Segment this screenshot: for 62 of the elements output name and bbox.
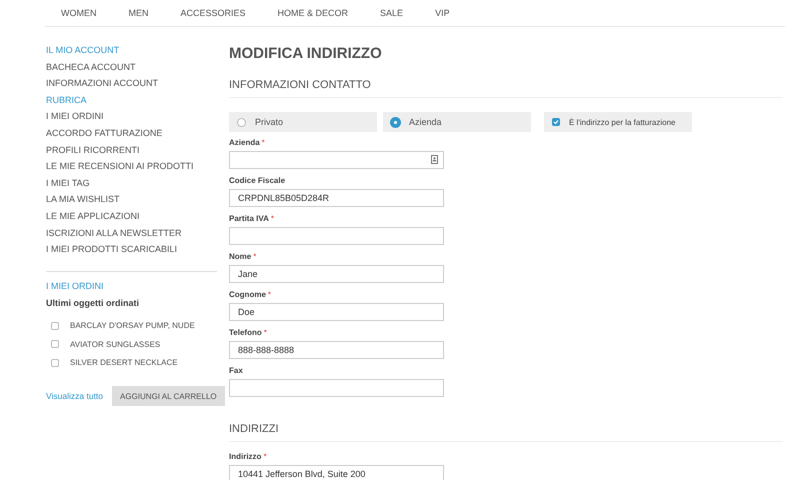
radio-icon[interactable] <box>237 118 246 126</box>
orders-subtitle: Ultimi oggetti ordinati <box>46 298 140 308</box>
input-field[interactable]: Doe <box>229 303 444 321</box>
order-item: SILVER DESERT NECKLACE <box>70 358 178 368</box>
sidebar-item[interactable]: PROFILI RICORRENTI <box>46 144 217 162</box>
radio-option[interactable]: Azienda <box>383 112 531 132</box>
input-field[interactable] <box>229 379 444 397</box>
required-mark: * <box>264 328 267 337</box>
sidebar-item[interactable]: I MIEI ORDINI <box>46 111 217 128</box>
radio-icon[interactable] <box>391 118 400 126</box>
field-label: Partita IVA <box>229 214 269 223</box>
input-field[interactable]: 10441 Jefferson Blvd, Suite 200 <box>229 465 444 480</box>
required-mark: * <box>263 452 267 461</box>
field-label: Cognome <box>229 290 266 299</box>
sidebar-item[interactable]: ISCRIZIONI ALLA NEWSLETTER <box>46 228 217 244</box>
sidebar-item[interactable]: LA MIA WISHLIST <box>46 194 217 211</box>
checkbox[interactable] <box>552 118 560 126</box>
radio-label: Azienda <box>409 117 442 127</box>
sidebar-item[interactable]: I MIEI TAG <box>46 178 217 194</box>
section-heading: INDIRIZZI <box>229 423 783 442</box>
field-label: Azienda <box>229 138 260 147</box>
nav-link[interactable]: VIP <box>419 8 466 18</box>
nav-link[interactable]: ACCESSORIES <box>164 8 262 18</box>
nav-link[interactable]: WOMEN <box>45 8 112 18</box>
checkbox[interactable] <box>51 340 59 348</box>
sidebar-item[interactable]: INFORMAZIONI ACCOUNT <box>46 78 217 95</box>
input-field[interactable] <box>229 227 444 245</box>
contact-card-icon[interactable] <box>431 155 438 164</box>
add-to-cart-button[interactable]: AGGIUNGI AL CARRELLO <box>112 386 225 406</box>
required-mark: * <box>262 138 265 147</box>
checkbox[interactable] <box>51 358 59 367</box>
nav-link[interactable]: SALE <box>364 8 420 18</box>
required-mark: * <box>268 290 272 299</box>
input-field[interactable]: 888-888-8888 <box>229 341 444 359</box>
input-field[interactable]: Jane <box>229 265 444 283</box>
field-label: Indirizzo <box>229 452 262 461</box>
orders-title: I MIEI ORDINI <box>46 280 105 291</box>
sidebar-item[interactable]: BACHECA ACCOUNT <box>46 62 217 78</box>
nav-link[interactable]: MEN <box>112 8 164 18</box>
sidebar-item[interactable]: LE MIE RECENSIONI AI PRODOTTI <box>46 161 217 178</box>
sidebar-item[interactable]: ACCORDO FATTURAZIONE <box>46 128 217 145</box>
sidebar-title: IL MIO ACCOUNT <box>46 45 120 57</box>
required-mark: * <box>270 214 274 223</box>
field-label: Nome <box>229 252 252 261</box>
checkbox-label: È l'indirizzo per la fatturazione <box>569 118 676 126</box>
field-label: Codice Fiscale <box>229 176 286 185</box>
order-item: AVIATOR SUNGLASSES <box>70 340 160 349</box>
radio-label: Privato <box>255 117 284 127</box>
input-field[interactable]: CRPDNL85B05D284R <box>229 189 444 207</box>
field-label: Telefono <box>229 328 262 337</box>
required-mark: * <box>253 252 256 261</box>
field-label: Fax <box>229 366 243 375</box>
sidebar-item[interactable]: LE MIE APPLICAZIONI <box>46 210 217 228</box>
radio-option[interactable]: Privato <box>229 112 377 132</box>
order-item: BARCLAY D'ORSAY PUMP, NUDE <box>70 321 195 330</box>
input-field[interactable] <box>229 151 444 169</box>
nav-link[interactable]: HOME & DECOR <box>262 8 364 18</box>
billing-option[interactable]: È l'indirizzo per la fatturazione <box>544 112 692 132</box>
page-title: MODIFICA INDIRIZZO <box>229 45 383 61</box>
sidebar-item[interactable]: I MIEI PRODOTTI SCARICABILI <box>46 244 217 261</box>
checkbox[interactable] <box>51 322 59 330</box>
section-heading: INFORMAZIONI CONTATTO <box>229 79 783 98</box>
